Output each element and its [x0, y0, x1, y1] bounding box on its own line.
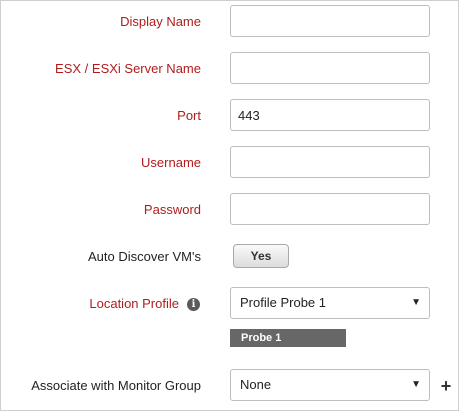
username-row: Username	[1, 146, 459, 180]
monitor-form: Display Name ESX / ESXi Server Name Port…	[0, 0, 459, 411]
location-profile-row: Location Profile i Profile Probe 1 ▼	[1, 287, 459, 321]
display-name-label: Display Name	[120, 14, 201, 29]
display-name-input[interactable]	[230, 5, 430, 37]
location-profile-label: Location Profile	[89, 296, 179, 311]
monitor-group-label: Associate with Monitor Group	[31, 378, 201, 393]
chevron-down-icon: ▼	[411, 379, 421, 390]
location-profile-select[interactable]: Profile Probe 1 ▼	[230, 287, 430, 319]
server-name-input[interactable]	[230, 52, 430, 84]
username-input[interactable]	[230, 146, 430, 178]
port-input[interactable]	[230, 99, 430, 131]
server-name-label: ESX / ESXi Server Name	[55, 61, 201, 76]
selected-probe-tag: Probe 1	[230, 329, 346, 347]
auto-discover-toggle-button[interactable]: Yes	[233, 244, 289, 268]
monitor-group-row: Associate with Monitor Group None ▼	[1, 369, 459, 403]
info-icon[interactable]: i	[187, 298, 200, 311]
auto-discover-label: Auto Discover VM's	[87, 249, 201, 264]
plus-icon[interactable]: +	[440, 374, 452, 398]
server-name-row: ESX / ESXi Server Name	[1, 52, 459, 86]
display-name-row: Display Name	[1, 5, 459, 39]
password-row: Password	[1, 193, 459, 227]
port-row: Port	[1, 99, 459, 133]
auto-discover-row: Auto Discover VM's Yes	[1, 240, 459, 274]
chevron-down-icon: ▼	[411, 297, 421, 308]
username-label: Username	[141, 155, 201, 170]
monitor-group-selected: None	[240, 377, 272, 392]
location-profile-selected: Profile Probe 1	[240, 295, 326, 310]
password-input[interactable]	[230, 193, 430, 225]
monitor-group-select[interactable]: None ▼	[230, 369, 430, 401]
port-label: Port	[177, 108, 201, 123]
password-label: Password	[143, 202, 201, 217]
